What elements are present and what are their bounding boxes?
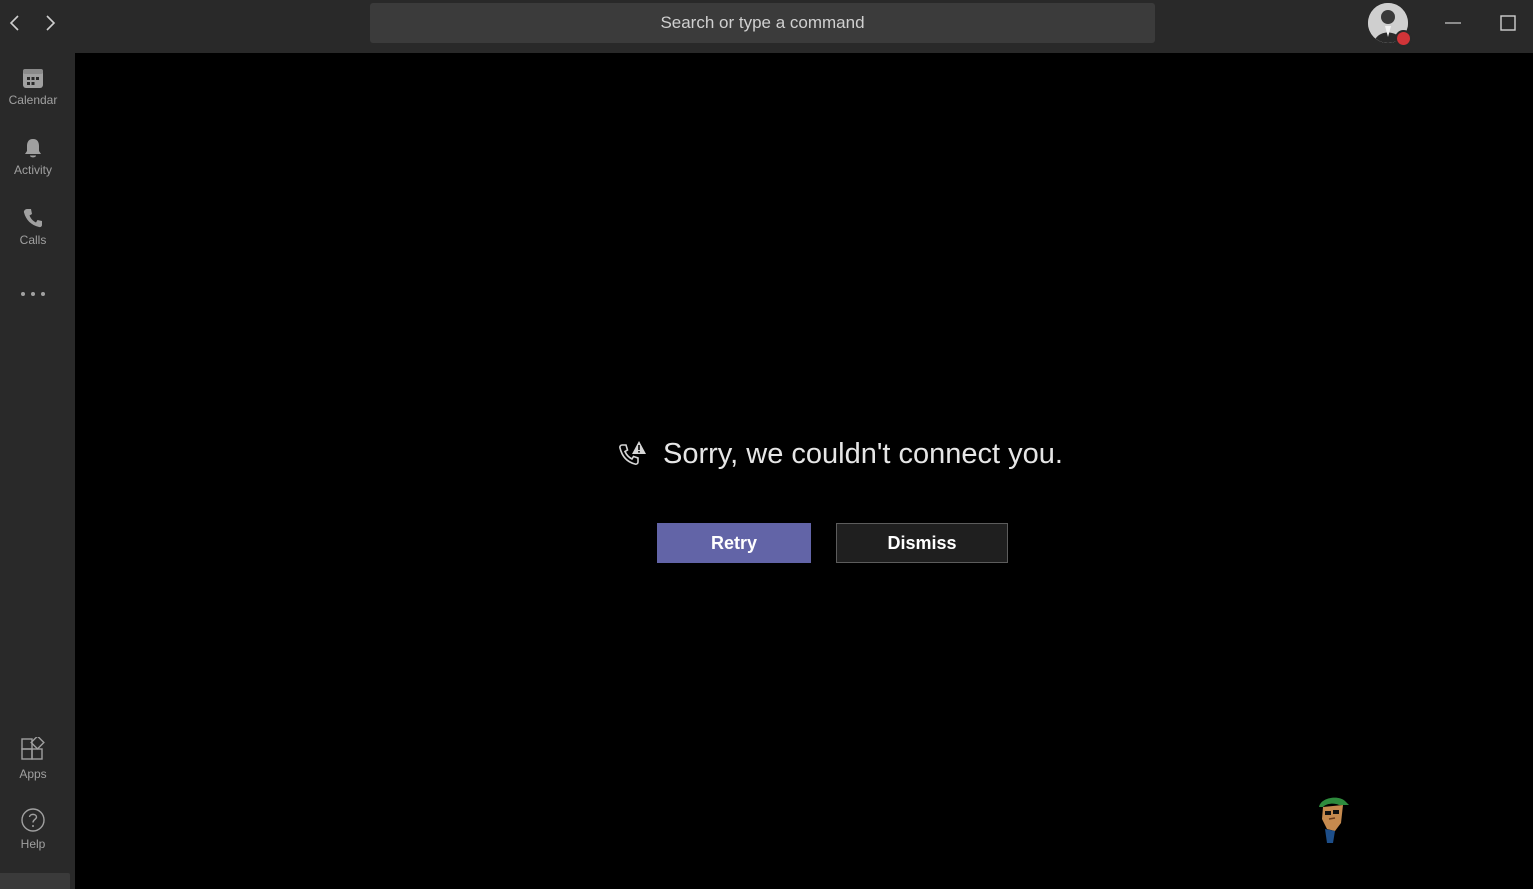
minimize-icon	[1445, 22, 1461, 24]
call-warning-icon	[619, 440, 646, 465]
rail-item-calendar[interactable]: Calendar	[0, 67, 66, 107]
teams-window: Search or type a command Calendar Activi…	[0, 0, 1533, 889]
call-error-text: Sorry, we couldn't connect you.	[663, 438, 1063, 470]
search-placeholder: Search or type a command	[660, 13, 865, 32]
rail-item-more[interactable]	[0, 289, 66, 299]
rail-item-label: Help	[20, 837, 46, 851]
forward-button[interactable]	[39, 12, 61, 34]
rail-item-help[interactable]: Help	[0, 807, 66, 851]
rail-bottom-tab[interactable]	[0, 873, 70, 889]
rail-item-apps[interactable]: Apps	[0, 737, 66, 781]
back-button[interactable]	[4, 12, 26, 34]
rail-item-calls[interactable]: Calls	[0, 207, 66, 247]
dismiss-button[interactable]: Dismiss	[836, 523, 1008, 563]
retry-button[interactable]: Retry	[657, 523, 811, 563]
chevron-left-icon	[9, 15, 19, 31]
chevron-right-icon	[46, 15, 56, 31]
apps-icon	[21, 737, 45, 760]
bell-icon	[25, 139, 41, 158]
phone-icon	[23, 209, 42, 228]
mascot-logo-icon	[1319, 797, 1349, 843]
rail-item-label: Calendar	[8, 93, 58, 107]
maximize-button[interactable]	[1495, 10, 1521, 36]
rail-item-label: Activity	[13, 163, 52, 177]
minimize-button[interactable]	[1440, 10, 1466, 36]
rail-item-label: Calls	[19, 233, 47, 247]
presence-busy-badge	[1395, 30, 1412, 47]
more-icon	[21, 292, 45, 296]
appuals-logo	[1315, 793, 1351, 852]
call-stage: Sorry, we couldn't connect you. Retry Di…	[75, 53, 1533, 889]
calendar-icon	[23, 69, 43, 88]
maximize-icon	[1500, 15, 1516, 31]
search-input[interactable]: Search or type a command	[370, 3, 1155, 43]
app-bar: Calendar Activity Calls Apps Help	[0, 53, 75, 889]
call-error-message: Sorry, we couldn't connect you.	[617, 438, 1063, 471]
rail-item-label: Apps	[19, 767, 47, 781]
rail-item-activity[interactable]: Activity	[0, 137, 66, 177]
help-icon	[21, 808, 45, 832]
title-bar: Search or type a command	[0, 0, 1533, 53]
